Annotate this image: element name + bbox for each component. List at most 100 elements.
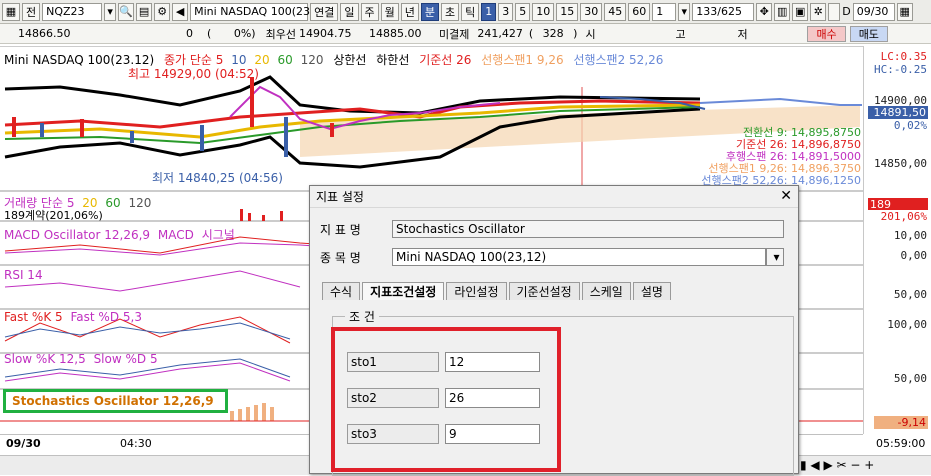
fast-k: Fast %K 5 — [4, 310, 63, 324]
tab-lines[interactable]: 라인설정 — [446, 282, 507, 300]
hc-label: HC:-0.25 — [874, 63, 927, 76]
period-day[interactable]: 일 — [340, 2, 359, 21]
tab-description[interactable]: 설명 — [632, 282, 671, 300]
speaker-icon[interactable]: ◀ — [172, 2, 189, 21]
quote-bar: 14866.50 0 ( 0% ) 최우선 14904.75 14885.00 … — [0, 24, 931, 44]
d-checkbox[interactable] — [828, 2, 841, 21]
interval-1[interactable]: 1 — [481, 2, 497, 21]
rsi-pane-title: RSI 14 — [4, 268, 43, 282]
change-pct: 0% — [233, 27, 252, 40]
sell-button[interactable]: 매도 — [849, 25, 888, 42]
instrument-row: 종 목 명 Mini NASDAQ 100(23,12) ▾ — [320, 248, 784, 266]
slow-y: 50,00 — [893, 372, 927, 385]
vol-120: 120 — [128, 196, 152, 210]
best-bid: 14904.75 — [298, 27, 352, 40]
x-date: 09/30 — [6, 437, 41, 450]
interval-dropdown-icon[interactable]: ▾ — [678, 2, 691, 21]
vol-box: 189 — [868, 198, 928, 211]
instrument-label: 종 목 명 — [320, 250, 361, 265]
pin-icon[interactable]: ✥ — [756, 2, 773, 21]
period-month[interactable]: 월 — [380, 2, 399, 21]
dropdown-icon[interactable]: ▾ — [104, 2, 117, 21]
x-time-right: 05:59:00 — [876, 437, 926, 450]
d-label: D — [842, 5, 851, 18]
low-label: 저 — [737, 27, 748, 41]
indicator-name-label: 지 표 명 — [320, 222, 361, 237]
search-icon[interactable]: 🔍 — [118, 2, 135, 21]
macd-y2: 0,00 — [900, 249, 928, 262]
period-year[interactable]: 년 — [400, 2, 419, 21]
base-line: 기준선 26 — [419, 53, 472, 67]
instrument-dropdown-icon[interactable]: ▾ — [766, 248, 784, 266]
calendar-icon[interactable]: ▦ — [896, 2, 913, 21]
dialog-tabs: 수식 지표조건설정 라인설정 기준선설정 스케일 설명 — [322, 282, 673, 300]
fast-d: Fast %D 5,3 — [70, 310, 142, 324]
macd-pane-title: MACD Oscillator 12,26,9 MACD 시그널 — [4, 226, 235, 243]
tab-conditions[interactable]: 지표조건설정 — [362, 282, 445, 300]
vol-pct: 201,06% — [880, 210, 927, 223]
period-minute[interactable]: 분 — [420, 2, 439, 21]
interval-60[interactable]: 60 — [628, 2, 651, 21]
y-axis[interactable]: LC:0.35 HC:-0.25 14900,00 14891,50 0,02%… — [863, 46, 931, 434]
scroll-icons[interactable]: ▮ ◀ ▶ ✂ − + — [800, 458, 874, 472]
interval-30[interactable]: 30 — [580, 2, 603, 21]
grid-icon[interactable]: ▦ — [2, 2, 20, 21]
date-input[interactable]: 09/30 — [852, 2, 895, 21]
high-note: 최고 14929,00 (04:52) — [128, 67, 259, 81]
conditions-label: 조 건 — [345, 308, 379, 325]
buy-button[interactable]: 매수 — [807, 25, 846, 42]
settings-icon[interactable]: ⚙ — [154, 2, 171, 21]
slow-d: Slow %D 5 — [93, 352, 158, 366]
tab-baselines[interactable]: 기준선설정 — [508, 282, 580, 300]
interval-input[interactable]: 1 — [652, 2, 677, 21]
period-tick[interactable]: 틱 — [461, 2, 480, 21]
oi-change: 328 — [542, 27, 564, 40]
params-highlight — [331, 327, 561, 472]
last-pct: 0,02% — [893, 119, 927, 132]
fast-pane-title: Fast %K 5 Fast %D 5,3 — [4, 310, 142, 324]
interval-45[interactable]: 45 — [604, 2, 627, 21]
code-prefix[interactable]: 전 — [22, 2, 41, 21]
stoch-value-box: -9,14 — [874, 416, 928, 429]
interval-15[interactable]: 15 — [556, 2, 579, 21]
tab-formula[interactable]: 수식 — [322, 282, 361, 300]
save-icon[interactable]: ▣ — [792, 2, 809, 21]
toolbar: ▦ 전 NQZ23 ▾ 🔍 ▤ ⚙ ◀ Mini NASDAQ 100(23.1… — [0, 0, 931, 24]
instrument-select[interactable]: Mini NASDAQ 100(23,12) — [392, 248, 766, 266]
slow-k: Slow %K 12,5 — [4, 352, 86, 366]
slow-pane-title: Slow %K 12,5 Slow %D 5 — [4, 352, 158, 366]
period-second[interactable]: 초 — [441, 2, 460, 21]
lc-label: LC:0.35 — [880, 50, 927, 63]
ma-120: 120 — [300, 53, 324, 67]
indicator-name-row: 지 표 명 Stochastics Oscillator — [320, 220, 784, 238]
keypad-icon[interactable]: ▤ — [136, 2, 153, 21]
vol-60: 60 — [105, 196, 121, 210]
signal-label: 시그널 — [201, 228, 235, 242]
high-label: 고 — [675, 27, 686, 41]
code-input[interactable]: NQZ23 — [42, 2, 103, 21]
lower-band: 하한선 — [376, 53, 410, 67]
period-week[interactable]: 주 — [360, 2, 379, 21]
dialog-titlebar: 지표 설정 ✕ — [310, 186, 798, 208]
interval-10[interactable]: 10 — [532, 2, 555, 21]
macd-y1: 10,00 — [893, 229, 927, 242]
best-ask: 14885.00 — [368, 27, 422, 40]
stoch-highlight — [3, 389, 228, 413]
link-button[interactable]: 연결 — [310, 2, 339, 21]
macd-title: MACD Oscillator 12,26,9 — [4, 228, 151, 242]
interval-5[interactable]: 5 — [515, 2, 531, 21]
fast-y: 100,00 — [887, 318, 927, 331]
open-label: 시 — [585, 27, 596, 41]
best-label: 최우선 — [265, 27, 296, 41]
macd-label: MACD — [157, 228, 194, 242]
chart-icon[interactable]: ▥ — [774, 2, 791, 21]
upper-band: 상한선 — [333, 53, 367, 67]
interval-3[interactable]: 3 — [498, 2, 514, 21]
close-icon[interactable]: ✕ — [780, 188, 792, 204]
volume-value: 189계약(201,06%) — [4, 209, 103, 222]
gear-icon[interactable]: ✲ — [810, 2, 827, 21]
ma-60: 60 — [277, 53, 293, 67]
price: 14866.50 — [18, 27, 71, 40]
span1: 선행스팬1 9,26 — [481, 53, 564, 67]
tab-scale[interactable]: 스케일 — [581, 282, 631, 300]
